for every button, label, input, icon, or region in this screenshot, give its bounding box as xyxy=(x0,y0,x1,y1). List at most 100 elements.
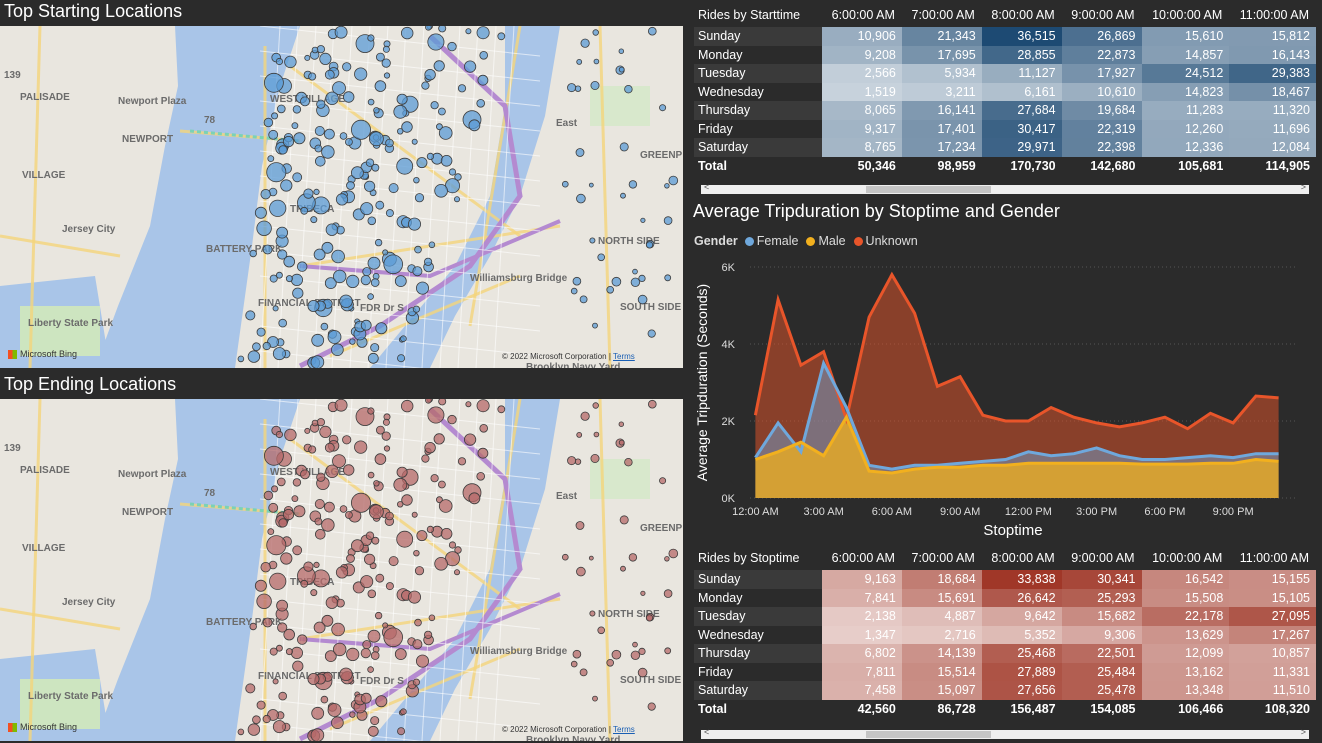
station-bubble[interactable] xyxy=(363,553,376,565)
station-bubble[interactable] xyxy=(310,355,325,368)
station-bubble[interactable] xyxy=(668,548,679,559)
station-bubble[interactable] xyxy=(663,216,673,225)
station-bubble[interactable] xyxy=(383,72,391,79)
station-bubble[interactable] xyxy=(465,401,472,408)
station-bubble[interactable] xyxy=(400,708,407,716)
station-bubble[interactable] xyxy=(367,34,375,42)
station-bubble[interactable] xyxy=(320,322,329,331)
matrix-cell[interactable]: 8,765 xyxy=(822,138,902,157)
station-bubble[interactable] xyxy=(256,700,266,710)
station-bubble[interactable] xyxy=(611,649,622,660)
matrix-cell[interactable]: 15,155 xyxy=(1229,570,1316,589)
station-bubble[interactable] xyxy=(262,244,273,255)
station-bubble[interactable] xyxy=(576,566,586,577)
matrix-cell[interactable]: 15,508 xyxy=(1141,588,1230,607)
station-bubble[interactable] xyxy=(479,50,489,60)
station-bubble[interactable] xyxy=(396,157,414,175)
station-bubble[interactable] xyxy=(375,52,385,62)
station-bubble[interactable] xyxy=(479,423,489,433)
station-bubble[interactable] xyxy=(396,93,408,105)
matrix-cell[interactable]: 15,691 xyxy=(901,588,982,607)
station-bubble[interactable] xyxy=(278,691,288,701)
matrix-cell[interactable]: 30,341 xyxy=(1061,570,1142,589)
scroll-right-icon[interactable]: > xyxy=(1301,727,1306,737)
matrix-cell[interactable]: 17,267 xyxy=(1229,625,1316,644)
station-bubble[interactable] xyxy=(311,46,319,54)
matrix-cell[interactable]: 24,512 xyxy=(1141,64,1230,83)
station-bubble[interactable] xyxy=(624,85,633,94)
station-bubble[interactable] xyxy=(415,654,429,668)
matrix-cell[interactable]: 2,138 xyxy=(822,607,902,626)
station-bubble[interactable] xyxy=(375,425,385,435)
station-bubble[interactable] xyxy=(411,138,418,145)
station-bubble[interactable] xyxy=(375,322,388,335)
matrix-cell[interactable]: 16,143 xyxy=(1229,45,1316,64)
matrix-cell[interactable]: 8,065 xyxy=(822,101,902,120)
station-bubble[interactable] xyxy=(576,432,583,438)
station-bubble[interactable] xyxy=(245,683,256,694)
station-bubble[interactable] xyxy=(280,552,293,565)
matrix-cell[interactable]: 29,383 xyxy=(1229,64,1316,83)
col-header[interactable]: 7:00:00 AM xyxy=(902,3,982,27)
station-bubble[interactable] xyxy=(421,454,430,463)
matrix-cell[interactable]: 11,320 xyxy=(1229,101,1316,120)
station-bubble[interactable] xyxy=(580,411,590,421)
station-bubble[interactable] xyxy=(331,249,345,264)
station-bubble[interactable] xyxy=(256,220,272,237)
station-bubble[interactable] xyxy=(588,182,594,188)
matrix-cell[interactable]: 19,684 xyxy=(1061,101,1142,120)
station-bubble[interactable] xyxy=(637,294,648,305)
station-bubble[interactable] xyxy=(319,425,332,439)
station-bubble[interactable] xyxy=(278,518,288,528)
station-bubble[interactable] xyxy=(374,238,383,247)
station-bubble[interactable] xyxy=(438,26,447,33)
station-bubble[interactable] xyxy=(412,639,423,650)
station-bubble[interactable] xyxy=(438,126,453,140)
station-bubble[interactable] xyxy=(367,629,381,643)
station-bubble[interactable] xyxy=(350,492,371,513)
station-bubble[interactable] xyxy=(325,91,339,106)
station-bubble[interactable] xyxy=(272,347,286,361)
station-bubble[interactable] xyxy=(272,678,279,685)
station-bubble[interactable] xyxy=(325,464,339,479)
station-bubble[interactable] xyxy=(313,561,320,568)
station-bubble[interactable] xyxy=(269,572,287,590)
matrix-cell[interactable]: 26,642 xyxy=(981,588,1062,607)
station-bubble[interactable] xyxy=(413,549,420,557)
station-bubble[interactable] xyxy=(249,622,257,631)
station-bubble[interactable] xyxy=(428,614,436,622)
station-bubble[interactable] xyxy=(572,649,582,659)
map-end[interactable]: PALISADE Newport Plaza NEWPORT VILLAGE Jerse… xyxy=(0,399,683,741)
station-bubble[interactable] xyxy=(433,60,445,72)
station-bubble[interactable] xyxy=(592,322,598,329)
station-bubble[interactable] xyxy=(375,200,385,210)
station-bubble[interactable] xyxy=(354,440,368,454)
station-bubble[interactable] xyxy=(434,184,448,198)
station-bubble[interactable] xyxy=(574,85,582,92)
matrix-cell[interactable]: 6,802 xyxy=(822,644,902,663)
station-bubble[interactable] xyxy=(292,105,302,114)
matrix-cell[interactable]: 22,501 xyxy=(1061,644,1142,663)
station-bubble[interactable] xyxy=(311,333,325,347)
station-bubble[interactable] xyxy=(339,667,353,682)
station-bubble[interactable] xyxy=(263,445,284,466)
station-bubble[interactable] xyxy=(645,241,654,249)
station-bubble[interactable] xyxy=(374,453,387,465)
matrix-row-header[interactable]: Rides by Stoptime xyxy=(694,546,822,570)
station-bubble[interactable] xyxy=(593,58,600,65)
matrix-cell[interactable]: 25,484 xyxy=(1061,662,1142,681)
matrix-cell[interactable]: 1,347 xyxy=(822,625,902,644)
matrix-cell[interactable]: 15,097 xyxy=(901,681,982,700)
station-bubble[interactable] xyxy=(593,431,600,438)
station-bubble[interactable] xyxy=(263,490,274,501)
station-bubble[interactable] xyxy=(383,254,404,275)
table-row[interactable]: Sunday 9,163 18,684 33,838 30,341 16,542 15,15… xyxy=(694,570,1316,589)
station-bubble[interactable] xyxy=(588,555,594,561)
station-bubble[interactable] xyxy=(331,343,344,357)
station-bubble[interactable] xyxy=(592,29,599,36)
station-bubble[interactable] xyxy=(342,62,352,72)
station-bubble[interactable] xyxy=(618,421,624,427)
start-matrix-scrollbar[interactable]: < > xyxy=(701,182,1309,194)
station-bubble[interactable] xyxy=(423,630,433,639)
station-bubble[interactable] xyxy=(282,509,295,521)
